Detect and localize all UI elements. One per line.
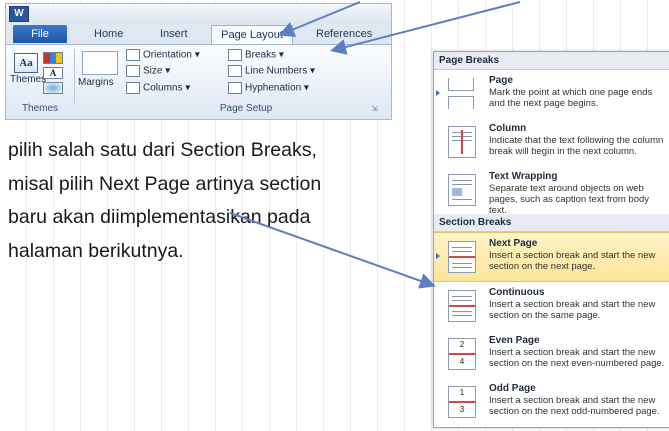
menu-item-title: Page <box>489 75 513 86</box>
column-break-icon <box>448 126 476 158</box>
margins-icon[interactable] <box>82 51 118 75</box>
orientation-label: Orientation <box>143 49 192 61</box>
ribbon-tabs: File Home Insert Page Layout References <box>6 22 391 44</box>
pointer-marker-icon <box>436 253 440 259</box>
tab-file[interactable]: File <box>13 25 67 43</box>
menu-item-desc: Insert a section break and start the new… <box>489 395 660 417</box>
menu-item-text-wrapping[interactable]: Text Wrapping Separate text around objec… <box>434 166 669 216</box>
line-numbers-label: Line Numbers <box>245 65 308 77</box>
word-ribbon-screenshot: W File Home Insert Page Layout Reference… <box>5 3 392 120</box>
themes-group-label: Themes <box>21 103 59 114</box>
theme-colors-icon[interactable] <box>43 52 63 64</box>
menu-item-desc: Insert a section break and start the new… <box>489 347 665 369</box>
continuous-icon <box>448 290 476 322</box>
menu-item-page[interactable]: Page Mark the point at which one page en… <box>434 70 669 118</box>
themes-icon[interactable]: Aa <box>14 53 38 73</box>
menu-item-desc: Separate text around objects on web page… <box>489 183 650 216</box>
title-bar: W <box>6 4 391 22</box>
line-numbers-icon <box>228 65 242 77</box>
pointer-marker-icon <box>436 90 440 96</box>
ribbon-body: Aa Themes A Themes Margins Orientation ▾… <box>6 44 391 119</box>
odd-page-icon: 1 3 <box>448 386 476 418</box>
menu-item-desc: Insert a section break and start the new… <box>489 299 656 321</box>
menu-item-next-page[interactable]: Next Page Insert a section break and sta… <box>434 232 669 282</box>
line-numbers-button[interactable]: Line Numbers ▾ <box>228 65 315 77</box>
menu-item-desc: Indicate that the text following the col… <box>489 135 664 157</box>
tab-references[interactable]: References <box>316 25 372 43</box>
tab-insert[interactable]: Insert <box>160 25 188 43</box>
section-breaks-header: Section Breaks <box>434 214 669 232</box>
tab-home[interactable]: Home <box>94 25 123 43</box>
next-page-icon <box>448 241 476 273</box>
breaks-label: Breaks <box>245 49 277 61</box>
menu-item-title: Continuous <box>489 287 545 298</box>
menu-item-desc: Insert a section break and start the new… <box>489 250 656 272</box>
columns-icon <box>126 82 140 94</box>
orientation-button[interactable]: Orientation ▾ <box>126 49 200 61</box>
breaks-button[interactable]: Breaks ▾ <box>228 49 284 61</box>
text-wrapping-icon <box>448 174 476 206</box>
menu-item-title: Column <box>489 123 527 134</box>
group-divider <box>74 49 75 103</box>
themes-button[interactable]: Themes <box>10 74 46 85</box>
theme-fonts-icon[interactable]: A <box>43 67 63 79</box>
page-break-icon <box>448 78 474 109</box>
menu-item-desc: Mark the point at which one page ends an… <box>489 87 653 109</box>
dialog-launcher-icon[interactable]: ⇲ <box>371 104 378 113</box>
menu-item-column[interactable]: Column Indicate that the text following … <box>434 118 669 166</box>
page-breaks-header: Page Breaks <box>434 52 669 70</box>
hyphenation-icon <box>228 82 242 94</box>
theme-effects-icon[interactable] <box>43 82 63 94</box>
size-icon <box>126 65 140 77</box>
hyphenation-button[interactable]: Hyphenation ▾ <box>228 82 309 94</box>
description-text: pilih salah satu dari Section Breaks, mi… <box>8 139 322 262</box>
columns-label: Columns <box>143 82 183 94</box>
word-app-icon[interactable]: W <box>9 6 29 22</box>
size-button[interactable]: Size ▾ <box>126 65 170 77</box>
menu-item-title: Even Page <box>489 335 540 346</box>
page-setup-group-label: Page Setup <box>219 103 273 114</box>
orientation-icon <box>126 49 140 61</box>
even-page-icon: 2 4 <box>448 338 476 370</box>
menu-item-even-page[interactable]: 2 4 Even Page Insert a section break and… <box>434 330 669 378</box>
breaks-dropdown-menu: Page Breaks Page Mark the point at which… <box>433 51 669 428</box>
menu-item-title: Odd Page <box>489 383 536 394</box>
tab-page-layout[interactable]: Page Layout <box>211 25 293 44</box>
columns-button[interactable]: Columns ▾ <box>126 82 190 94</box>
hyphenation-label: Hyphenation <box>245 82 302 94</box>
menu-item-title: Next Page <box>489 238 538 249</box>
breaks-icon <box>228 49 242 61</box>
menu-item-title: Text Wrapping <box>489 171 558 182</box>
margins-button[interactable]: Margins <box>78 77 114 88</box>
menu-item-continuous[interactable]: Continuous Insert a section break and st… <box>434 282 669 330</box>
size-label: Size <box>143 65 163 77</box>
menu-item-odd-page[interactable]: 1 3 Odd Page Insert a section break and … <box>434 378 669 426</box>
